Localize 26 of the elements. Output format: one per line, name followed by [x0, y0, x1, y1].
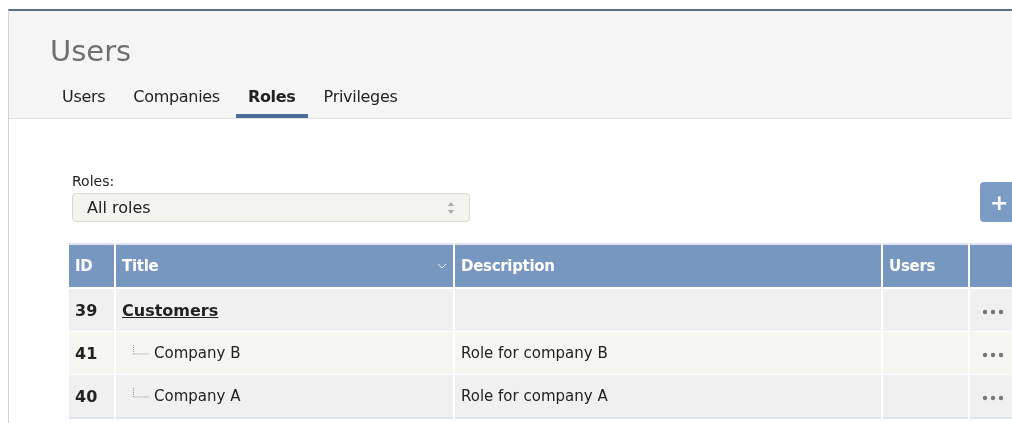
id-text: 41 [75, 343, 98, 363]
role-description: Role for company B [461, 344, 608, 362]
sort-icon[interactable] [437, 263, 447, 269]
more-icon[interactable] [982, 395, 1004, 401]
id-text: 39 [75, 300, 98, 320]
more-icon[interactable] [982, 309, 1004, 315]
tree-line-icon [132, 388, 149, 400]
role-title: Company A [154, 387, 241, 405]
role-link[interactable]: Customers [122, 300, 219, 320]
tab[interactable]: Users [50, 87, 118, 118]
page-title: Users [50, 33, 133, 69]
tab[interactable]: Roles [235, 87, 308, 118]
more-icon[interactable] [982, 352, 1004, 358]
column-header: ID [68, 244, 115, 288]
tab[interactable]: Companies [121, 87, 232, 118]
id-text: 40 [75, 386, 98, 406]
column-header: Description [454, 244, 882, 288]
column-header: Users [882, 244, 969, 288]
column-header: Title [115, 244, 454, 288]
role-description: Role for company A [461, 387, 608, 405]
filter-label: Roles: [72, 173, 116, 189]
roles-select[interactable]: All roles [72, 193, 470, 222]
tab[interactable]: Privileges [311, 87, 410, 118]
role-title: Company B [154, 344, 241, 362]
tree-line-icon [132, 345, 149, 357]
updown-icon [447, 200, 455, 215]
